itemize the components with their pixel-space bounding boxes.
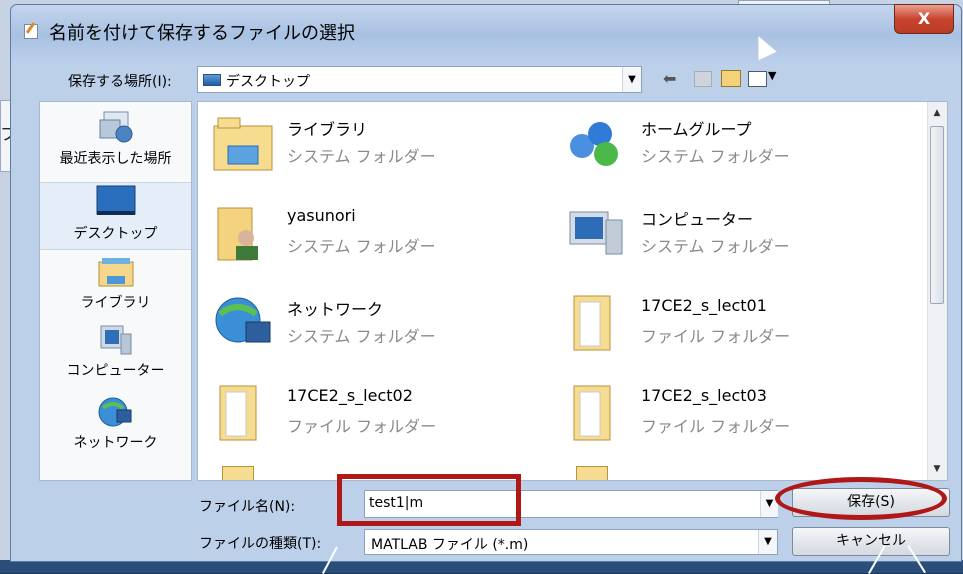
scroll-down-icon[interactable]: ▼ <box>928 464 946 474</box>
place-network[interactable]: ネットワーク <box>40 396 191 458</box>
annotation-highlight-oval <box>775 477 947 520</box>
view-menu-icon[interactable] <box>748 71 767 87</box>
recent-places-icon <box>99 111 132 143</box>
place-recent[interactable]: 最近表示した場所 <box>40 110 191 174</box>
desktop-icon <box>203 74 221 86</box>
list-item[interactable]: 17CE2_s_lect01 ファイル フォルダー <box>566 290 886 360</box>
chevron-down-icon[interactable]: ▼ <box>622 67 641 92</box>
computer-icon <box>569 211 623 255</box>
save-in-label: 保存する場所(I): <box>68 74 172 90</box>
title-bar[interactable]: 名前を付けて保存するファイルの選択 X <box>11 4 961 55</box>
file-type: システム フォルダー <box>287 147 436 166</box>
place-label: ネットワーク <box>73 435 158 451</box>
file-type: ファイル フォルダー <box>287 417 437 436</box>
back-icon[interactable]: ⬅ <box>663 69 676 89</box>
file-list: ライブラリ システム フォルダー ホームグループ システム フォルダー yasu… <box>197 101 948 481</box>
file-type: システム フォルダー <box>641 147 790 166</box>
list-item[interactable]: 17CE2_s_lect02 ファイル フォルダー <box>212 380 532 450</box>
file-name: コンピューター <box>641 210 754 229</box>
place-label: 最近表示した場所 <box>59 151 172 167</box>
computer-icon <box>100 325 131 355</box>
dialog-edit-icon <box>24 24 38 39</box>
save-in-value: デスクトップ <box>226 74 310 90</box>
file-name: ネットワーク <box>287 300 384 319</box>
view-menu-chevron-icon[interactable]: ▼ <box>768 69 776 89</box>
place-desktop[interactable]: デスクトップ <box>40 182 191 250</box>
file-name: ホームグループ <box>641 120 752 139</box>
user-folder-icon <box>217 207 258 261</box>
list-item[interactable]: ライブラリ システム フォルダー <box>212 110 532 180</box>
homegroup-icon <box>570 122 618 166</box>
filename-label: ファイル名(N): <box>199 499 296 515</box>
annotation-highlight-rect <box>337 474 521 526</box>
place-libraries[interactable]: ライブラリ <box>40 256 191 316</box>
places-bar: 最近表示した場所 デスクトップ ライブラリ コンピューター ネットワーク <box>39 101 192 481</box>
desktop-icon <box>96 185 135 215</box>
chevron-down-icon[interactable]: ▼ <box>758 530 777 554</box>
place-label: デスクトップ <box>73 226 158 242</box>
place-computer[interactable]: コンピューター <box>40 324 191 386</box>
filetype-value: MATLAB ファイル (*.m) <box>371 537 529 553</box>
scrollbar-thumb[interactable] <box>930 126 944 304</box>
network-icon <box>98 397 131 427</box>
place-label: コンピューター <box>66 363 165 379</box>
up-folder-icon[interactable] <box>694 71 712 87</box>
file-type: システム フォルダー <box>287 237 436 256</box>
file-name: 17CE2_s_lect02 <box>287 386 413 405</box>
file-type: ファイル フォルダー <box>641 417 791 436</box>
folder-icon <box>219 385 257 441</box>
file-type: システム フォルダー <box>287 327 436 346</box>
vertical-scrollbar[interactable]: ▲ ▼ <box>927 102 947 480</box>
scroll-up-icon[interactable]: ▲ <box>928 108 946 118</box>
file-name: yasunori <box>287 206 356 225</box>
file-type: ファイル フォルダー <box>641 327 791 346</box>
list-item[interactable]: ネットワーク システム フォルダー <box>212 290 532 360</box>
list-item[interactable]: コンピューター システム フォルダー <box>566 200 886 270</box>
close-button[interactable]: X <box>894 4 954 34</box>
save-in-dropdown[interactable]: デスクトップ ▼ <box>197 66 642 93</box>
filetype-select[interactable]: MATLAB ファイル (*.m) ▼ <box>364 529 778 555</box>
folder-icon <box>222 466 254 480</box>
folder-icon <box>573 295 611 351</box>
file-name: 17CE2_s_lect01 <box>641 296 767 315</box>
folder-icon <box>576 466 608 480</box>
file-type: システム フォルダー <box>641 237 790 256</box>
list-item[interactable]: 17CE2_s_lect03 ファイル フォルダー <box>566 380 886 450</box>
libraries-folder-icon <box>213 117 273 171</box>
list-item[interactable]: ホームグループ システム フォルダー <box>566 110 886 180</box>
file-name: 17CE2_s_lect03 <box>641 386 767 405</box>
list-item[interactable]: yasunori システム フォルダー <box>212 200 532 270</box>
place-label: ライブラリ <box>80 295 151 311</box>
cancel-button[interactable]: キャンセル <box>792 527 950 556</box>
libraries-icon <box>98 258 133 287</box>
filetype-label: ファイルの種類(T): <box>199 536 322 552</box>
file-name: ライブラリ <box>287 120 368 139</box>
new-folder-icon[interactable] <box>721 70 741 87</box>
dialog-title: 名前を付けて保存するファイルの選択 <box>49 23 355 44</box>
network-icon <box>215 297 271 343</box>
folder-icon <box>573 385 611 441</box>
